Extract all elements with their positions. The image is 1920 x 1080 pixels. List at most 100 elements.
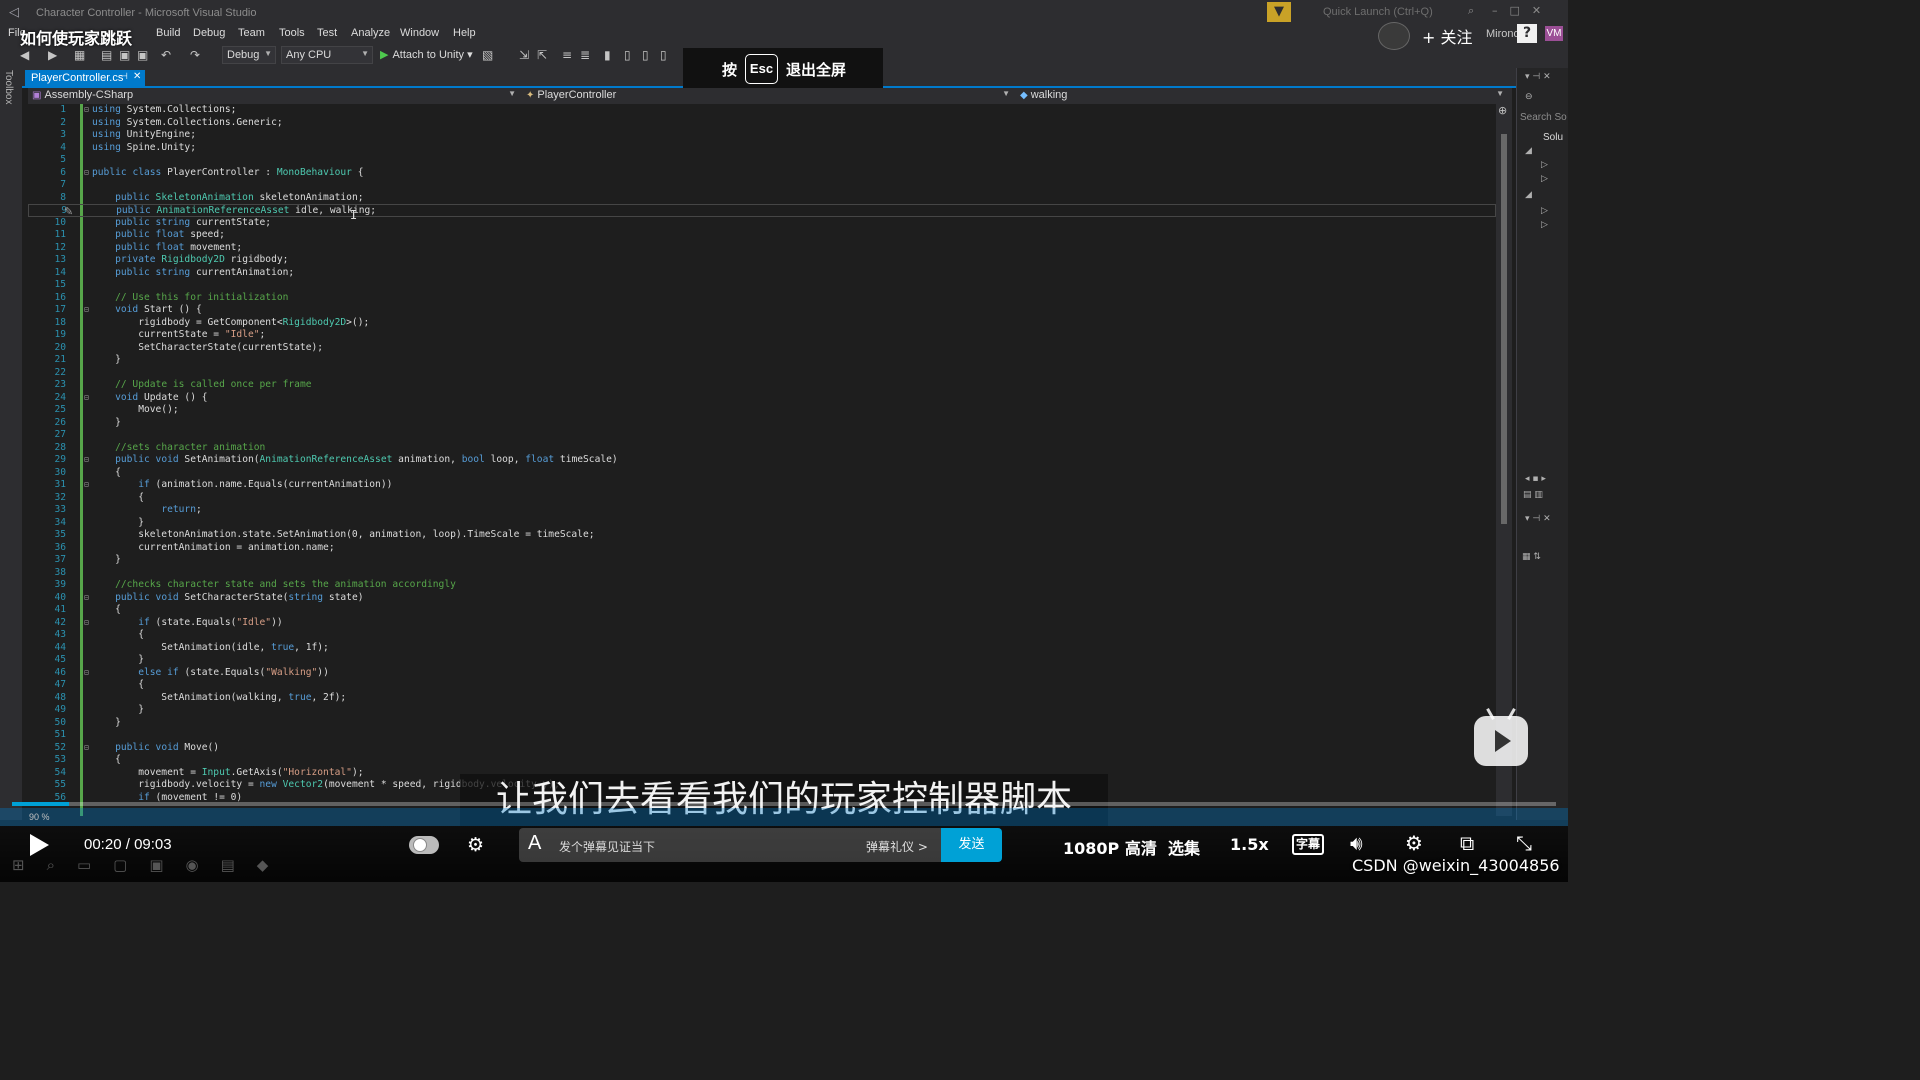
code-line[interactable]: 6 ⊟ public class PlayerController : MonoBe… [28,167,1496,180]
solution-platform-select[interactable]: Any CPU ▼ [281,46,373,64]
code-line[interactable]: 38 [28,567,1496,580]
quality-selector[interactable]: 1080P 高清 [1063,835,1157,859]
collapse-region-icon[interactable]: ⊟ [84,592,92,605]
code-line[interactable]: 3 using UnityEngine; [28,129,1496,142]
find-in-files-icon[interactable]: ▧ [482,48,493,62]
outdent-icon[interactable]: ≣ [580,48,590,62]
play-button[interactable] [30,834,49,856]
code-line[interactable]: 33 return; [28,504,1496,517]
split-window-icon[interactable]: ⊕ [1498,104,1507,117]
new-project-icon[interactable]: ▦ [74,48,85,62]
quick-actions-pencil-icon[interactable]: ✎ [64,205,73,218]
menu-analyze[interactable]: Analyze [351,27,390,39]
save-all-icon[interactable]: ▣ [137,48,148,62]
signed-in-user[interactable]: Mirono [1486,28,1520,40]
tree-expand-icon[interactable]: ▷ [1541,206,1548,216]
search-icon[interactable]: ⌕ [1468,4,1474,18]
code-line[interactable]: 32 { [28,492,1496,505]
menu-team[interactable]: Team [238,27,265,39]
menu-debug[interactable]: Debug [193,27,225,39]
collapse-region-icon[interactable]: ⊟ [84,667,92,680]
code-line[interactable]: 47 { [28,679,1496,692]
video-progress-bar[interactable] [12,802,1556,806]
solution-root-node[interactable]: Solu [1543,132,1563,143]
code-line[interactable]: 36 currentAnimation = animation.name; [28,542,1496,555]
panel-menu-icon[interactable]: ▾ ⊣ ✕ [1525,514,1551,524]
code-line[interactable]: 41 { [28,604,1496,617]
uploader-avatar[interactable] [1378,22,1410,50]
code-line[interactable]: 52 ⊟ public void Move() [28,742,1496,755]
code-line[interactable]: 39 //checks character state and sets the… [28,579,1496,592]
menu-window[interactable]: Window [400,27,439,39]
code-line[interactable]: 21 } [28,354,1496,367]
code-line[interactable]: 35 skeletonAnimation.state.SetAnimation(… [28,529,1496,542]
volume-icon[interactable]: 🔊︎ [1350,831,1363,855]
step-over-icon[interactable]: ⇱ [537,48,547,62]
attach-to-unity-button[interactable]: ▶ Attach to Unity ▾ [380,48,473,61]
subtitles-button[interactable]: 字幕 [1292,834,1324,855]
collapse-region-icon[interactable]: ⊟ [84,742,92,755]
danmaku-style-icon[interactable]: A [528,832,541,855]
pin-icon[interactable]: ⊣ [120,71,128,82]
solution-configuration-select[interactable]: Debug ▼ [222,46,276,64]
collapse-region-icon[interactable]: ⊟ [84,304,92,317]
code-line[interactable]: 19 currentState = "Idle"; [28,329,1496,342]
navigate-forward-icon[interactable]: ▶ [48,48,57,62]
code-line[interactable]: 8 public SkeletonAnimation skeletonAnima… [28,192,1496,205]
member-dropdown[interactable]: ◆ walking ▼ [1016,88,1508,104]
collapse-region-icon[interactable]: ⊟ [84,104,92,117]
indent-icon[interactable]: ≡ [562,48,572,62]
open-file-icon[interactable]: ▤ [101,48,112,62]
code-line[interactable]: 43 { [28,629,1496,642]
help-icon[interactable]: ? [1517,24,1537,43]
code-line[interactable]: 40 ⊟ public void SetCharacterState(string… [28,592,1496,605]
class-dropdown[interactable]: ✦ PlayerController ▼ [522,88,1014,104]
tab-player-controller[interactable]: PlayerController.cs ⊣ ✕ [25,70,145,88]
code-line[interactable]: 7 [28,179,1496,192]
code-editor[interactable]: 1 ⊟ using System.Collections; 2 using System… [28,104,1496,816]
categorized-icon[interactable]: ▦ ⇅ [1522,552,1541,562]
code-line[interactable]: 49 } [28,704,1496,717]
code-line[interactable]: 12 public float movement; [28,242,1496,255]
code-line[interactable]: 34 } [28,517,1496,530]
bookmark-icon[interactable]: ▮ [604,48,611,62]
code-line[interactable]: 51 [28,729,1496,742]
danmaku-settings-icon[interactable]: ⚙ [467,834,484,856]
code-line[interactable]: 44 SetAnimation(idle, true, 1f); [28,642,1496,655]
code-line[interactable]: 23 // Update is called once per frame [28,379,1496,392]
collapse-region-icon[interactable]: ⊟ [84,167,92,180]
collapse-region-icon[interactable]: ⊟ [84,392,92,405]
next-bookmark-icon[interactable]: ▯ [642,48,649,62]
code-line[interactable]: 42 ⊟ if (state.Equals("Idle")) [28,617,1496,630]
undo-icon[interactable]: ↶ [161,48,171,62]
toolbox-tab[interactable]: Toolbox [3,70,14,104]
tree-toggle-icon[interactable]: ◢ [1525,190,1532,200]
editor-zoom-level[interactable]: 90 % [29,812,50,822]
sync-icon[interactable]: ⊖ [1525,92,1533,102]
code-line[interactable]: 18 rigidbody = GetComponent<Rigidbody2D>… [28,317,1496,330]
quick-launch-input[interactable]: Quick Launch (Ctrl+Q) [1318,4,1488,21]
menu-help[interactable]: Help [453,27,476,39]
code-line[interactable]: 15 [28,279,1496,292]
code-line[interactable]: 53 { [28,754,1496,767]
code-line[interactable]: 25 Move(); [28,404,1496,417]
code-line[interactable]: 13 private Rigidbody2D rigidbody; [28,254,1496,267]
code-line[interactable]: 17 ⊟ void Start () { [28,304,1496,317]
prev-bookmark-icon[interactable]: ▯ [624,48,631,62]
code-line[interactable]: 10 public string currentState; [28,217,1496,230]
scrollbar-thumb[interactable] [1501,134,1507,524]
redo-icon[interactable]: ↷ [190,48,200,62]
settings-gear-icon[interactable]: ⚙ [1405,831,1423,855]
code-line[interactable]: 31 ⊟ if (animation.name.Equals(currentAni… [28,479,1496,492]
code-line[interactable]: 20 SetCharacterState(currentState); [28,342,1496,355]
save-icon[interactable]: ▣ [119,48,130,62]
tree-expand-icon[interactable]: ▷ [1541,220,1548,230]
tree-expand-icon[interactable]: ▷ [1541,174,1548,184]
navigate-back-icon[interactable]: ◀ [20,48,29,62]
scroll-arrows-icon[interactable]: ◂ ▪ ▸ [1525,474,1546,484]
code-line[interactable]: 1 ⊟ using System.Collections; [28,104,1496,117]
code-line[interactable]: 4 using Spine.Unity; [28,142,1496,155]
solution-search-input[interactable]: Search So [1520,112,1567,123]
tree-toggle-icon[interactable]: ◢ [1525,146,1532,156]
code-line[interactable]: 14 public string currentAnimation; [28,267,1496,280]
